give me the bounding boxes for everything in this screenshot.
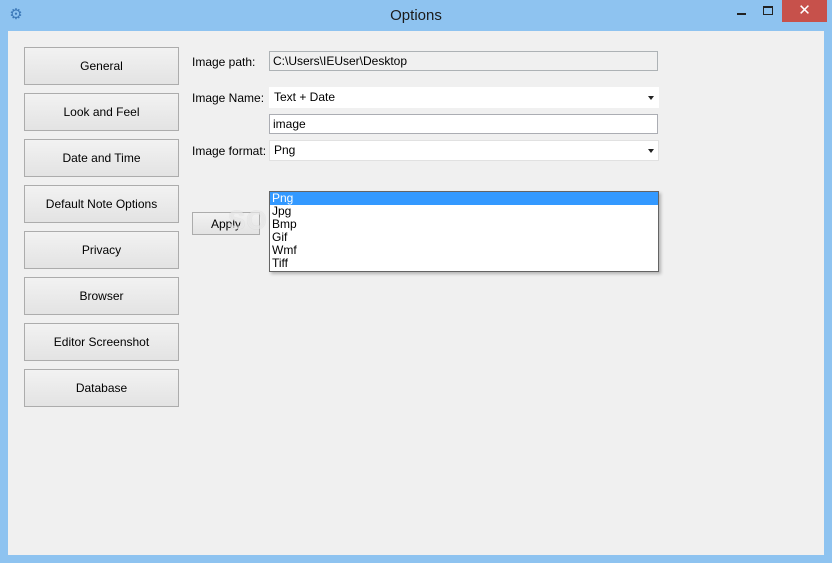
apply-button[interactable]: Apply	[192, 212, 260, 235]
nav-button-label: Editor Screenshot	[53, 335, 150, 349]
nav-button-label: Database	[75, 381, 128, 395]
nav-button-browser[interactable]: Browser	[24, 277, 179, 315]
image-format-select-value: Png	[274, 143, 296, 157]
options-window: ⚙ Options ✕ General Look and Feel Date a…	[0, 0, 832, 563]
title-bar[interactable]: ⚙ Options ✕	[0, 0, 832, 31]
nav-button-label: Browser	[79, 289, 124, 303]
dropdown-option-bmp[interactable]: Bmp	[270, 218, 658, 231]
nav-button-label: General	[80, 59, 123, 73]
maximize-button[interactable]	[755, 0, 782, 22]
nav-button-default-note-options[interactable]: Default Note Options	[24, 185, 179, 223]
maximize-icon	[763, 6, 773, 15]
image-name-label: Image Name:	[192, 91, 265, 105]
nav-button-general[interactable]: General	[24, 47, 179, 85]
nav-button-look-and-feel[interactable]: Look and Feel	[24, 93, 179, 131]
nav-button-label: Date and Time	[62, 151, 141, 165]
nav-button-database[interactable]: Database	[24, 369, 179, 407]
nav-button-privacy[interactable]: Privacy	[24, 231, 179, 269]
nav-button-label: Look and Feel	[63, 105, 140, 119]
image-format-dropdown-list[interactable]: Png Jpg Bmp Gif Wmf Tiff	[269, 191, 659, 272]
close-icon: ✕	[798, 2, 811, 19]
window-title: Options	[390, 7, 442, 24]
chevron-down-icon[interactable]	[648, 149, 654, 153]
image-name-input[interactable]: image	[269, 114, 658, 134]
dropdown-option-jpg[interactable]: Jpg	[270, 205, 658, 218]
nav-button-editor-screenshot[interactable]: Editor Screenshot	[24, 323, 179, 361]
apply-button-label: Apply	[210, 216, 242, 231]
minimize-button[interactable]	[727, 0, 755, 22]
dropdown-option-gif[interactable]: Gif	[270, 231, 658, 244]
dropdown-option-wmf[interactable]: Wmf	[270, 244, 658, 257]
image-path-field[interactable]: C:\Users\IEUser\Desktop	[269, 51, 658, 71]
image-name-select[interactable]: Text + Date	[269, 87, 659, 108]
minimize-icon	[737, 13, 746, 15]
dropdown-option-png[interactable]: Png	[270, 192, 658, 205]
options-client-area: General Look and Feel Date and Time Defa…	[8, 31, 824, 555]
nav-button-date-and-time[interactable]: Date and Time	[24, 139, 179, 177]
image-format-label: Image format:	[192, 144, 267, 158]
close-button[interactable]: ✕	[782, 0, 827, 22]
nav-button-label: Privacy	[81, 243, 122, 257]
nav-button-label: Default Note Options	[45, 197, 158, 211]
chevron-down-icon[interactable]	[648, 96, 654, 100]
image-format-select[interactable]: Png	[269, 140, 659, 161]
image-name-select-value: Text + Date	[274, 90, 336, 104]
dropdown-option-tiff[interactable]: Tiff	[270, 257, 658, 270]
image-path-label: Image path:	[192, 55, 256, 69]
